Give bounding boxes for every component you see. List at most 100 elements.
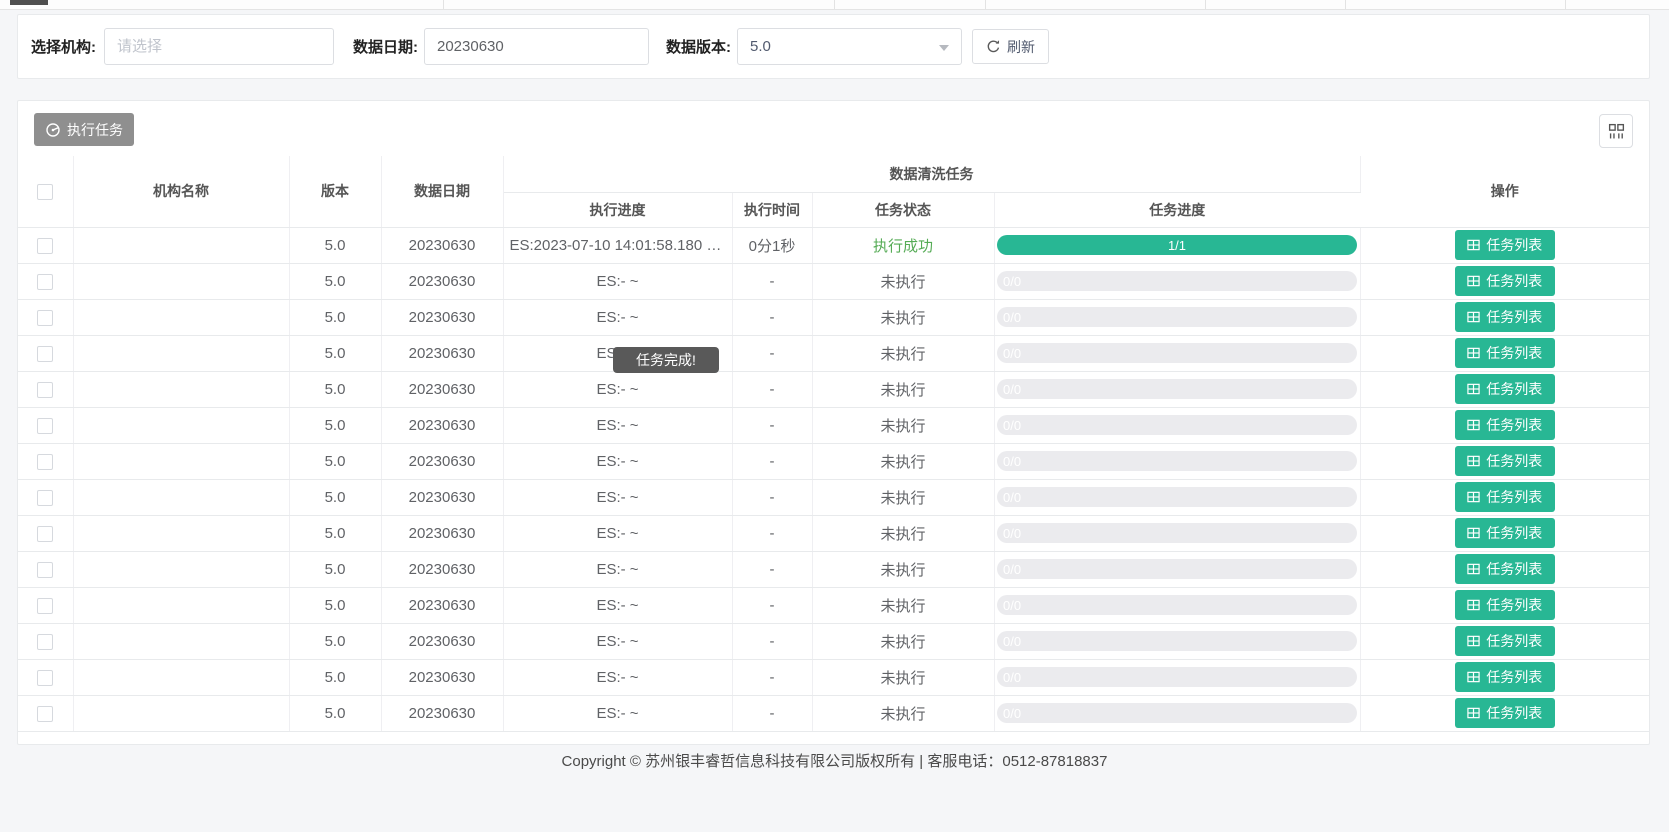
cell-data-date: 20230630 (381, 371, 503, 407)
row-checkbox[interactable] (37, 670, 53, 686)
task-progress-label: 0/0 (1003, 346, 1021, 361)
task-list-button[interactable]: 任务列表 (1455, 374, 1555, 404)
cell-version: 5.0 (289, 299, 381, 335)
cell-org-name (73, 659, 289, 695)
cell-task-status: 未执行 (812, 335, 994, 371)
cell-action: 任务列表 (1360, 695, 1649, 731)
task-list-button[interactable]: 任务列表 (1455, 338, 1555, 368)
task-table: 机构名称 版本 数据日期 数据清洗任务 操作 执行进度 执行时间 任务状态 任务… (18, 156, 1649, 732)
row-checkbox[interactable] (37, 382, 53, 398)
table-row: 5.020230630ES:- ~-未执行0/0任务列表 (18, 659, 1649, 695)
cell-data-date: 20230630 (381, 551, 503, 587)
refresh-label: 刷新 (1007, 37, 1035, 57)
cell-task-progress: 0/0 (994, 623, 1360, 659)
task-progress-bar: 0/0 (997, 559, 1357, 579)
task-progress-bar: 0/0 (997, 595, 1357, 615)
refresh-button[interactable]: 刷新 (972, 29, 1049, 64)
cell-select (18, 299, 73, 335)
data-date-label: 数据日期: (353, 36, 418, 57)
select-all-checkbox[interactable] (37, 184, 53, 200)
task-list-label: 任务列表 (1486, 379, 1542, 399)
refresh-icon (986, 39, 1001, 54)
cell-org-name (73, 443, 289, 479)
table-row: 5.020230630ES:- ~-未执行0/0任务列表 (18, 515, 1649, 551)
grid-icon (1467, 419, 1480, 431)
task-progress-label: 0/0 (1003, 562, 1021, 577)
cell-task-progress: 0/0 (994, 551, 1360, 587)
row-checkbox[interactable] (37, 274, 53, 290)
task-list-button[interactable]: 任务列表 (1455, 662, 1555, 692)
cell-action: 任务列表 (1360, 587, 1649, 623)
row-checkbox[interactable] (37, 706, 53, 722)
task-list-button[interactable]: 任务列表 (1455, 446, 1555, 476)
cell-select (18, 371, 73, 407)
header-task-status: 任务状态 (812, 192, 994, 227)
cell-select (18, 659, 73, 695)
cell-exec-time: - (732, 515, 812, 551)
header-data-date: 数据日期 (381, 156, 503, 227)
task-list-button[interactable]: 任务列表 (1455, 266, 1555, 296)
cell-version: 5.0 (289, 623, 381, 659)
row-checkbox[interactable] (37, 598, 53, 614)
cell-version: 5.0 (289, 695, 381, 731)
row-checkbox[interactable] (37, 418, 53, 434)
table-row: 5.020230630ES:- ~-未执行0/0任务列表 (18, 335, 1649, 371)
row-checkbox[interactable] (37, 634, 53, 650)
cell-action: 任务列表 (1360, 371, 1649, 407)
org-select-input[interactable] (104, 28, 334, 65)
cell-task-status: 未执行 (812, 515, 994, 551)
row-checkbox[interactable] (37, 310, 53, 326)
task-list-button[interactable]: 任务列表 (1455, 302, 1555, 332)
cell-task-progress: 0/0 (994, 659, 1360, 695)
data-date-input[interactable] (424, 28, 649, 65)
cell-task-status: 未执行 (812, 407, 994, 443)
cell-exec-time: - (732, 407, 812, 443)
execute-task-button[interactable]: 执行任务 (34, 113, 134, 146)
cell-select (18, 443, 73, 479)
cell-version: 5.0 (289, 479, 381, 515)
task-progress-label: 0/0 (1003, 598, 1021, 613)
cell-action: 任务列表 (1360, 299, 1649, 335)
task-list-button[interactable]: 任务列表 (1455, 230, 1555, 260)
grid-icon (1467, 455, 1480, 467)
cell-data-date: 20230630 (381, 659, 503, 695)
task-list-button[interactable]: 任务列表 (1455, 410, 1555, 440)
task-list-button[interactable]: 任务列表 (1455, 626, 1555, 656)
task-list-button[interactable]: 任务列表 (1455, 518, 1555, 548)
row-checkbox[interactable] (37, 490, 53, 506)
cell-action: 任务列表 (1360, 515, 1649, 551)
cell-action: 任务列表 (1360, 479, 1649, 515)
task-progress-bar: 0/0 (997, 379, 1357, 399)
row-checkbox[interactable] (37, 346, 53, 362)
cell-data-date: 20230630 (381, 407, 503, 443)
cell-org-name (73, 551, 289, 587)
divider (834, 0, 835, 9)
cell-exec-time: - (732, 695, 812, 731)
task-list-button[interactable]: 任务列表 (1455, 590, 1555, 620)
cell-org-name (73, 335, 289, 371)
row-checkbox[interactable] (37, 526, 53, 542)
task-list-button[interactable]: 任务列表 (1455, 554, 1555, 584)
task-list-label: 任务列表 (1486, 595, 1542, 615)
task-progress-label: 0/0 (1003, 310, 1021, 325)
cell-version: 5.0 (289, 515, 381, 551)
cell-version: 5.0 (289, 371, 381, 407)
task-list-button[interactable]: 任务列表 (1455, 698, 1555, 728)
task-list-button[interactable]: 任务列表 (1455, 482, 1555, 512)
cell-task-status: 未执行 (812, 299, 994, 335)
task-progress-bar: 1/1 (997, 235, 1357, 255)
cell-exec-progress: ES:- ~ (503, 551, 732, 587)
task-list-label: 任务列表 (1486, 235, 1542, 255)
top-edge-strip (0, 0, 1669, 10)
row-checkbox[interactable] (37, 562, 53, 578)
task-progress-label: 0/0 (1003, 706, 1021, 721)
table-row: 5.020230630ES:- ~-未执行0/0任务列表 (18, 443, 1649, 479)
row-checkbox[interactable] (37, 238, 53, 254)
cell-task-progress: 0/0 (994, 479, 1360, 515)
column-settings-button[interactable] (1599, 114, 1633, 148)
data-version-select[interactable]: 5.0 (737, 28, 962, 65)
task-list-label: 任务列表 (1486, 631, 1542, 651)
cell-data-date: 20230630 (381, 587, 503, 623)
row-checkbox[interactable] (37, 454, 53, 470)
chevron-down-icon (939, 45, 949, 51)
